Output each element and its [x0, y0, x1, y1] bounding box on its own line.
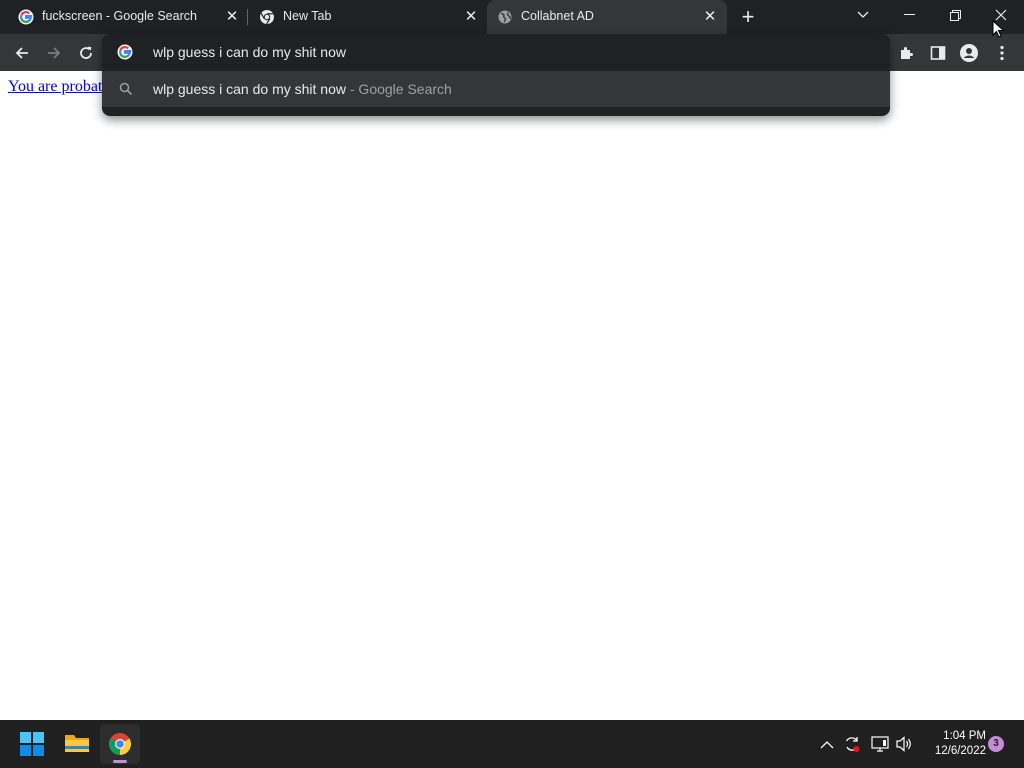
network-icon[interactable] [871, 735, 889, 758]
suggestion-source: - Google Search [345, 81, 452, 97]
omnibox-suggestion[interactable]: wlp guess i can do my shit now - Google … [102, 71, 890, 107]
tab-title: fuckscreen - Google Search [42, 9, 197, 23]
mouse-cursor-icon [992, 20, 1005, 38]
tab-google-search[interactable]: fuckscreen - Google Search ✕ [8, 0, 244, 34]
show-hidden-icons-button[interactable] [820, 737, 834, 755]
side-panel-icon [930, 46, 946, 60]
profile-button[interactable] [958, 42, 980, 64]
tab-title: Collabnet AD [521, 9, 594, 23]
close-tab-icon[interactable]: ✕ [463, 9, 479, 25]
chrome-taskbar-button[interactable] [100, 724, 140, 764]
reload-icon [80, 46, 92, 59]
extensions-button[interactable] [895, 42, 917, 64]
restore-button[interactable] [932, 0, 978, 30]
reload-button[interactable] [75, 42, 97, 64]
more-vertical-icon [1000, 45, 1004, 61]
puzzle-icon [901, 47, 913, 59]
tab-title: New Tab [283, 9, 332, 23]
clock-date: 12/6/2022 [934, 745, 986, 757]
page-link[interactable]: You are probat [8, 78, 102, 96]
forward-arrow-icon [48, 47, 61, 59]
forward-button[interactable] [43, 42, 65, 64]
omnibox-input-row[interactable]: wlp guess i can do my shit now [102, 34, 890, 70]
close-tab-icon[interactable]: ✕ [702, 9, 718, 25]
volume-icon[interactable] [895, 735, 913, 758]
back-arrow-icon [15, 47, 28, 59]
clock-time: 1:04 PM [943, 730, 986, 742]
suggestion-query: wlp guess i can do my shit now [153, 81, 346, 97]
chevron-up-icon [820, 741, 834, 749]
chrome-icon [109, 733, 131, 755]
tab-collabnet-ad[interactable]: Collabnet AD ✕ [487, 0, 727, 34]
minimize-icon [903, 14, 915, 15]
active-indicator [113, 760, 127, 763]
search-icon [119, 82, 133, 96]
restore-icon [949, 9, 961, 21]
chrome-icon [259, 9, 275, 25]
notification-badge[interactable]: 3 [988, 736, 1004, 752]
side-panel-button[interactable] [927, 42, 949, 64]
google-icon [117, 44, 133, 60]
google-icon [18, 9, 34, 25]
omnibox-input[interactable]: wlp guess i can do my shit now [153, 44, 346, 60]
omnibox-popup: wlp guess i can do my shit now wlp guess… [102, 34, 890, 116]
menu-button[interactable] [991, 42, 1013, 64]
chevron-down-icon [857, 11, 869, 18]
minimize-button[interactable] [886, 0, 932, 30]
tab-separator [247, 9, 248, 25]
clock[interactable]: 1:04 PM 12/6/2022 [920, 729, 986, 759]
windows-start-icon[interactable] [20, 732, 44, 756]
file-explorer-icon[interactable] [64, 731, 90, 755]
back-button[interactable] [11, 42, 33, 64]
profile-icon [960, 44, 978, 62]
new-tab-button[interactable]: + [737, 6, 759, 28]
tab-search-button[interactable] [840, 0, 886, 30]
tab-new-tab[interactable]: New Tab ✕ [249, 0, 485, 34]
taskbar: 1:04 PM 12/6/2022 3 [0, 720, 1024, 768]
tab-strip: fuckscreen - Google Search ✕ New Tab ✕ C… [0, 0, 1024, 34]
close-tab-icon[interactable]: ✕ [224, 9, 240, 25]
sync-icon[interactable] [843, 735, 861, 758]
globe-icon [497, 9, 513, 25]
